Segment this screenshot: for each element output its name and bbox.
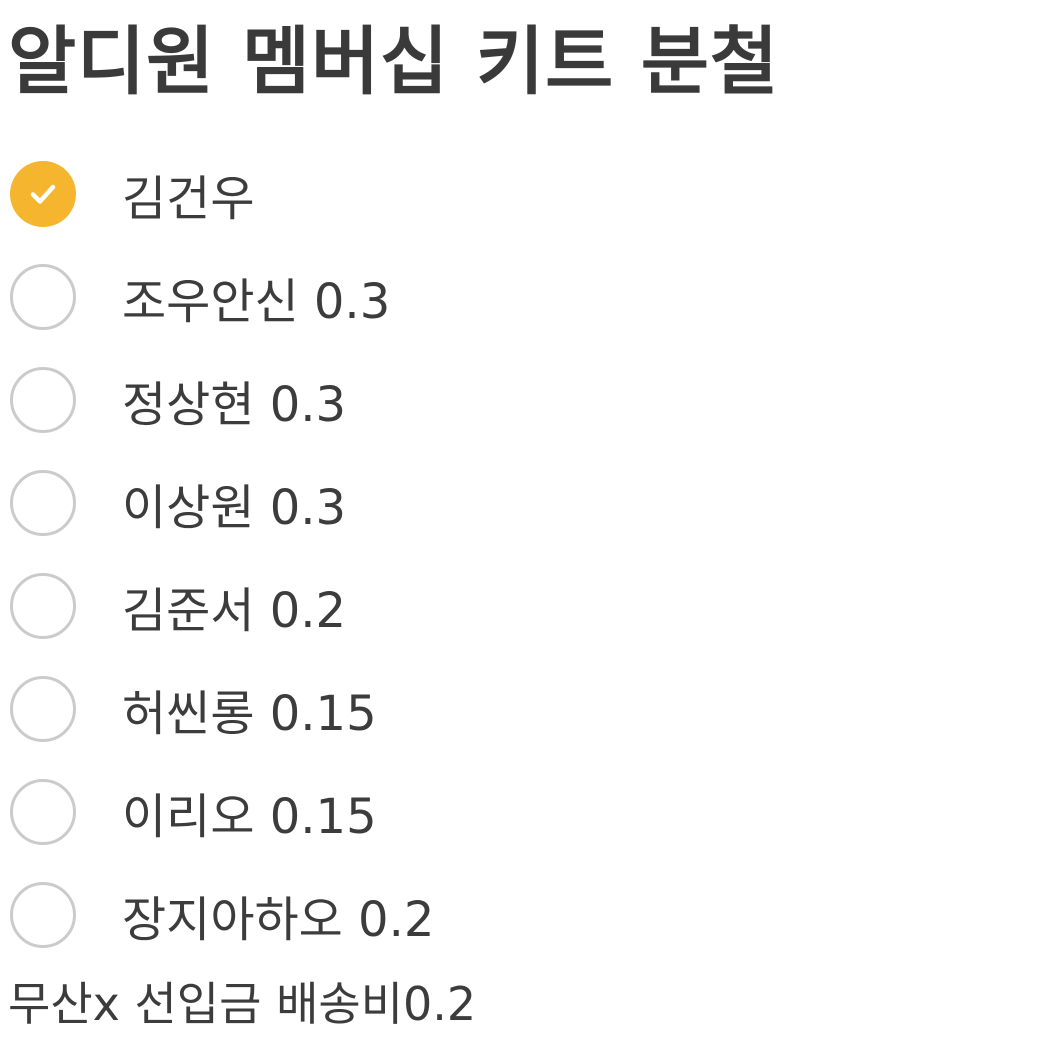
option-label: 김건우 [122, 170, 255, 227]
option-item[interactable]: 조우안신 0.3 [0, 245, 1059, 348]
option-label: 이리오 0.15 [122, 788, 377, 845]
option-label: 조우안신 0.3 [122, 273, 391, 330]
empty-circle-icon[interactable] [10, 469, 76, 536]
option-item[interactable]: 김건우 [0, 142, 1059, 245]
empty-circle-icon[interactable] [10, 881, 76, 948]
option-item[interactable]: 이리오 0.15 [0, 760, 1059, 863]
page-title: 알디원 멤버십 키트 분철 [8, 19, 780, 105]
option-item[interactable]: 정상현 0.3 [0, 348, 1059, 451]
option-label: 허씬롱 0.15 [122, 685, 377, 742]
empty-circle-icon[interactable] [10, 572, 76, 639]
shipping-note: 무산x 선입금 배송비0.2 [8, 977, 477, 1031]
option-list: 김건우 조우안신 0.3 정상현 0.3 이상원 0.3 김준서 0.2 허씬롱… [0, 142, 1059, 966]
option-item[interactable]: 허씬롱 0.15 [0, 657, 1059, 760]
option-label: 이상원 0.3 [122, 479, 347, 536]
option-label: 정상현 0.3 [122, 376, 347, 433]
checkmark-icon[interactable] [10, 160, 76, 227]
empty-circle-icon[interactable] [10, 263, 76, 330]
option-item[interactable]: 이상원 0.3 [0, 451, 1059, 554]
empty-circle-icon[interactable] [10, 675, 76, 742]
option-item[interactable]: 장지아하오 0.2 [0, 863, 1059, 966]
option-label: 장지아하오 0.2 [122, 891, 435, 948]
option-item[interactable]: 김준서 0.2 [0, 554, 1059, 657]
empty-circle-icon[interactable] [10, 366, 76, 433]
option-label: 김준서 0.2 [122, 582, 347, 639]
empty-circle-icon[interactable] [10, 778, 76, 845]
